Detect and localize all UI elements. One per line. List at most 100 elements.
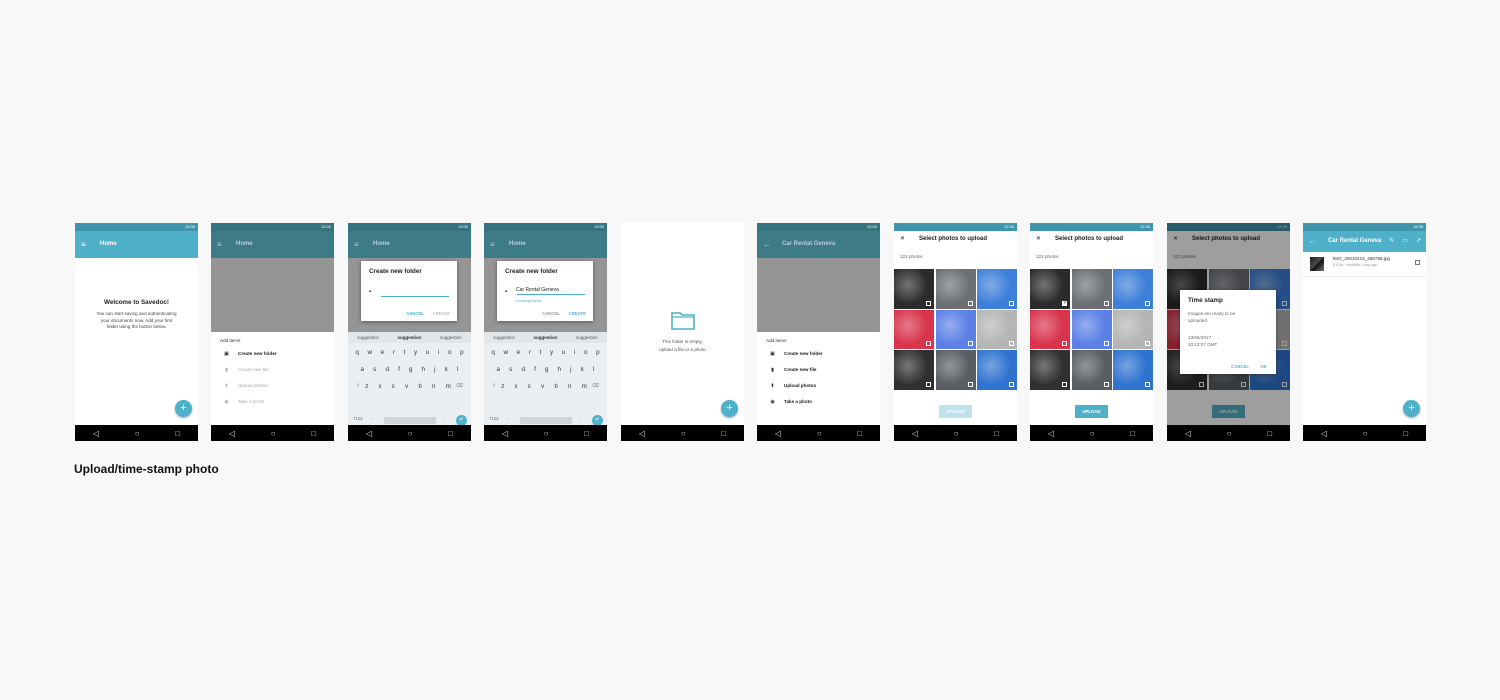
key-row-1[interactable]: qwertyuiop (484, 349, 607, 356)
nav-recents-icon[interactable]: □ (1130, 429, 1135, 438)
period-key[interactable]: . (444, 415, 445, 421)
photo-checkbox[interactable] (1145, 300, 1150, 306)
key[interactable]: h (558, 366, 562, 373)
nav-recents-icon[interactable]: □ (584, 429, 589, 438)
key[interactable]: b (554, 383, 558, 390)
take-photo-item[interactable]: ◉ Take a photo (766, 399, 812, 405)
period-key[interactable]: . (580, 415, 581, 421)
key[interactable]: p (596, 349, 600, 356)
key[interactable]: r (393, 349, 395, 356)
key-row-3[interactable]: ⇧ zxcvbnm ⌫ (484, 383, 607, 390)
photo-checkbox[interactable] (1145, 381, 1150, 387)
add-fab-button[interactable]: + (1403, 400, 1420, 417)
key[interactable]: l (457, 366, 458, 373)
create-folder-item[interactable]: ▣ Create new folder (766, 351, 822, 357)
key[interactable]: y (414, 349, 417, 356)
photo-checkbox[interactable] (1145, 341, 1150, 346)
nav-home-icon[interactable]: ○ (1363, 429, 1368, 438)
photo-tile[interactable] (935, 350, 976, 390)
back-arrow-icon[interactable]: ← (1309, 231, 1316, 252)
close-icon[interactable]: ✕ (900, 231, 905, 248)
key[interactable]: a (497, 366, 501, 373)
nav-home-icon[interactable]: ○ (135, 429, 140, 438)
photo-tile[interactable] (1071, 350, 1112, 390)
nav-recents-icon[interactable]: □ (857, 429, 862, 438)
take-photo-item[interactable]: ◉ Take a photo (220, 399, 264, 405)
suggestion[interactable]: suggestion (493, 332, 515, 343)
nav-home-icon[interactable]: ○ (271, 429, 276, 438)
photo-tile[interactable] (935, 309, 976, 349)
key[interactable]: v (541, 383, 544, 390)
photo-checkbox[interactable] (1103, 341, 1109, 346)
key[interactable]: v (405, 383, 408, 390)
key[interactable]: d (521, 366, 525, 373)
key[interactable]: x (379, 383, 382, 390)
nav-back-icon[interactable]: ◁ (502, 429, 508, 438)
photo-tile[interactable] (1030, 350, 1070, 390)
create-button[interactable]: CREATE (569, 311, 586, 316)
photo-checkbox[interactable] (1062, 381, 1067, 387)
key[interactable]: h (422, 366, 426, 373)
photo-tile[interactable] (894, 269, 934, 309)
suggestion[interactable]: suggestion (533, 332, 557, 343)
num-key[interactable]: ?123 (489, 416, 499, 421)
photo-tile[interactable] (1113, 269, 1153, 309)
comma-key[interactable]: , (508, 415, 509, 421)
scrim[interactable] (757, 258, 880, 332)
photo-checkbox[interactable] (967, 381, 973, 387)
upload-button[interactable]: UPLOAD (939, 405, 972, 418)
key[interactable]: o (448, 349, 452, 356)
key[interactable]: e (381, 349, 385, 356)
create-button[interactable]: CREATE (433, 311, 450, 316)
key[interactable]: r (529, 349, 531, 356)
create-file-item[interactable]: ▮ Create new file (766, 367, 816, 373)
key[interactable]: z (501, 383, 504, 390)
key[interactable]: w (367, 349, 372, 356)
photo-tile[interactable] (977, 269, 1017, 309)
key[interactable]: z (365, 383, 368, 390)
key[interactable]: k (581, 366, 584, 373)
create-file-item[interactable]: ▮ Create new file (220, 367, 269, 373)
photo-tile[interactable] (935, 269, 976, 309)
photo-checkbox[interactable] (1103, 381, 1109, 387)
nav-home-icon[interactable]: ○ (1227, 429, 1232, 438)
nav-home-icon[interactable]: ○ (681, 429, 686, 438)
scrim[interactable] (211, 258, 334, 332)
key[interactable]: c (392, 383, 395, 390)
key[interactable]: n (432, 383, 436, 390)
photo-tile[interactable] (1030, 269, 1070, 309)
photo-tile[interactable] (977, 309, 1017, 349)
photo-tile[interactable] (977, 350, 1017, 390)
nav-back-icon[interactable]: ◁ (1321, 429, 1327, 438)
cancel-button[interactable]: CANCEL (1231, 364, 1249, 369)
key[interactable]: x (515, 383, 518, 390)
space-key[interactable] (520, 417, 572, 424)
suggestion[interactable]: suggestion (357, 332, 379, 343)
suggestion[interactable]: suggestion (576, 332, 598, 343)
key[interactable]: u (426, 349, 430, 356)
nav-home-icon[interactable]: ○ (954, 429, 959, 438)
upload-photos-item[interactable]: ⬆ Upload photos (766, 383, 816, 389)
nav-back-icon[interactable]: ◁ (366, 429, 372, 438)
folder-name-value[interactable]: Car Rental Geneva (516, 287, 559, 293)
nav-recents-icon[interactable]: □ (721, 429, 726, 438)
edit-icon[interactable]: ✎ (1389, 231, 1394, 252)
photo-checkbox[interactable] (926, 341, 931, 346)
upload-button[interactable]: UPLOAD (1075, 405, 1108, 418)
key[interactable]: f (398, 366, 400, 373)
key-row-1[interactable]: qwertyuiop (348, 349, 471, 356)
photo-checkbox[interactable] (967, 341, 973, 346)
ok-button[interactable]: OK (1261, 364, 1267, 369)
key[interactable]: j (434, 366, 435, 373)
key[interactable]: k (445, 366, 448, 373)
nav-back-icon[interactable]: ◁ (1185, 429, 1191, 438)
photo-checkbox[interactable] (926, 381, 931, 387)
key[interactable]: g (409, 366, 413, 373)
photo-checkbox[interactable] (926, 300, 931, 306)
key[interactable]: l (593, 366, 594, 373)
backspace-key[interactable]: ⌫ (456, 383, 463, 390)
nav-back-icon[interactable]: ◁ (912, 429, 918, 438)
photo-tile[interactable] (894, 309, 934, 349)
key[interactable]: u (562, 349, 566, 356)
nav-recents-icon[interactable]: □ (175, 429, 180, 438)
